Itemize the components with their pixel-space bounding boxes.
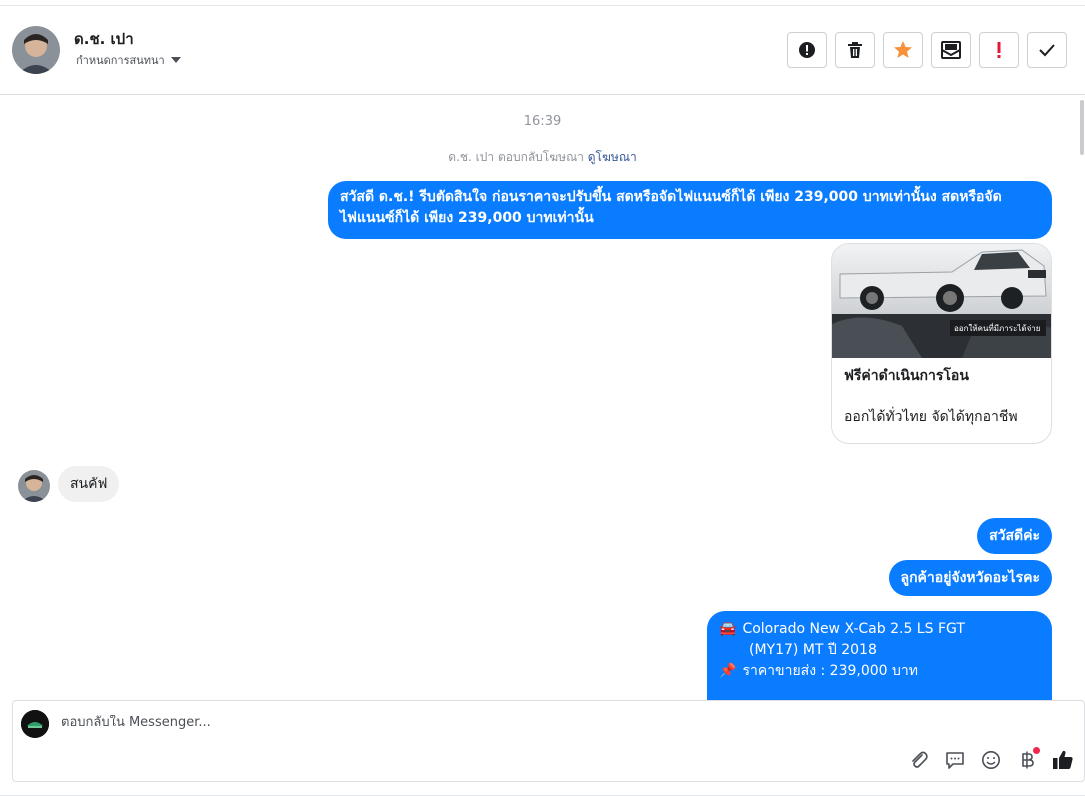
- star-button[interactable]: [883, 32, 923, 68]
- spam-button[interactable]: [979, 32, 1019, 68]
- mark-done-button[interactable]: [1027, 32, 1067, 68]
- ad-reply-text: ด.ช. เปา ตอบกลับโฆษณา: [448, 150, 584, 164]
- caret-down-icon: [170, 57, 181, 63]
- ad-card-image-caption: ออกให้คนที่มีภาระได้จ่าย: [954, 324, 1041, 333]
- checkmark-icon: [1039, 44, 1055, 57]
- outgoing-message-hello: สวัสดีค่ะ: [977, 518, 1052, 554]
- envelope-icon: [941, 41, 961, 59]
- report-button[interactable]: [787, 32, 827, 68]
- paperclip-icon: [912, 751, 928, 768]
- wholesale-price-text: ราคาขายส่ง : 239,000 บาท: [742, 663, 918, 679]
- exclamation-circle-icon: [799, 42, 815, 58]
- ad-reply-note: ด.ช. เปา ตอบกลับโฆษณา ดูโฆษณา: [0, 148, 1085, 167]
- contact-avatar-small: [18, 470, 50, 502]
- message-timestamp: 16:39: [523, 114, 562, 129]
- attach-button[interactable]: [908, 749, 930, 771]
- page-avatar: [21, 710, 49, 738]
- outgoing-message-car-details: 🚘 Colorado New X-Cab 2.5 LS FGT (MY17) M…: [707, 611, 1052, 701]
- like-button[interactable]: [1052, 749, 1074, 771]
- contact-name[interactable]: ด.ช. เปา: [74, 27, 134, 51]
- car-year-text: (MY17) MT ปี 2018: [749, 642, 877, 658]
- trash-icon: [848, 42, 862, 58]
- thread-scrollbar[interactable]: [1079, 95, 1085, 690]
- car-icon: 🚘: [719, 621, 737, 637]
- emoji-button[interactable]: [980, 749, 1002, 771]
- delete-button[interactable]: [835, 32, 875, 68]
- contact-avatar[interactable]: [12, 26, 60, 74]
- outgoing-message-province-question: ลูกค้าอยู่จังหวัดอะไรคะ: [888, 560, 1052, 596]
- message-composer: [12, 700, 1085, 782]
- baht-icon: [1022, 751, 1034, 769]
- reply-input[interactable]: [61, 715, 961, 730]
- star-icon: [894, 41, 912, 58]
- ad-card-title: ฟรีค่าดำเนินการโอน: [844, 368, 969, 384]
- car-model-text: Colorado New X-Cab 2.5 LS FGT: [742, 621, 965, 637]
- composer-tools: [908, 747, 1074, 771]
- thumbs-up-icon: [1053, 750, 1073, 769]
- exclamation-icon: [997, 42, 1001, 58]
- ad-card-image: ออกให้คนที่มีภาระได้จ่าย: [832, 244, 1051, 358]
- speech-bubble-icon: [946, 752, 964, 769]
- outgoing-message-greeting: สวัสดี ด.ช.! รีบตัดสินใจ ก่อนราคาจะปรับข…: [328, 181, 1052, 239]
- assign-label: กำหนดการสนทนา: [76, 54, 165, 67]
- saved-replies-button[interactable]: [944, 749, 966, 771]
- header-actions: [787, 32, 1067, 68]
- ad-card[interactable]: ออกให้คนที่มีภาระได้จ่าย ฟรีค่าดำเนินการ…: [831, 243, 1052, 444]
- view-ad-link[interactable]: ดูโฆษณา: [588, 150, 637, 164]
- assign-conversation-dropdown[interactable]: กำหนดการสนทนา: [76, 51, 181, 69]
- payment-button[interactable]: [1016, 747, 1040, 771]
- ad-card-subtitle: ออกได้ทั่วไทย จัดได้ทุกอาชีพ: [844, 409, 1018, 425]
- pin-icon: 📌: [719, 663, 737, 679]
- notification-dot: [1033, 747, 1040, 754]
- incoming-message: สนคัฟ: [58, 466, 120, 502]
- mark-unread-button[interactable]: [931, 32, 971, 68]
- conversation-header: ด.ช. เปา กำหนดการสนทนา: [0, 6, 1085, 95]
- smiley-icon: [982, 751, 1000, 769]
